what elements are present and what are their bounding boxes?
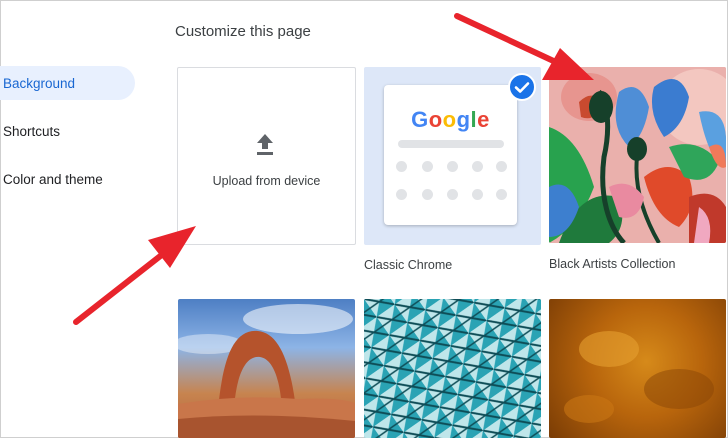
landscape-arch-tile[interactable] (178, 299, 355, 438)
arch-photo-image (178, 304, 355, 438)
sidebar-item-background[interactable]: Background (0, 66, 135, 100)
upload-label: Upload from device (212, 174, 321, 188)
google-logo-letter: G (411, 107, 429, 132)
upload-icon (257, 134, 273, 155)
black-artists-collection-tile[interactable] (549, 67, 726, 243)
search-bar-placeholder (398, 140, 504, 148)
classic-chrome-caption: Classic Chrome (364, 258, 453, 272)
shortcut-dot (447, 161, 458, 172)
shortcut-dot (472, 189, 483, 200)
black-artists-collection-caption: Black Artists Collection (549, 257, 676, 271)
sidebar-item-label: Shortcuts (3, 123, 61, 139)
google-logo-letter: g (456, 107, 471, 132)
shortcut-dot (396, 189, 407, 200)
shortcut-dot (496, 189, 507, 200)
shortcut-dot (472, 161, 483, 172)
building-photo-image (364, 299, 541, 438)
google-logo-letter: o (428, 107, 443, 132)
amber-texture-image (564, 331, 714, 423)
shortcut-dot (422, 161, 433, 172)
upload-from-device-tile[interactable]: Upload from device (177, 67, 356, 245)
page-title: Customize this page (175, 23, 311, 40)
sidebar-item-color-and-theme[interactable]: Color and theme (0, 162, 138, 196)
sidebar-item-shortcuts[interactable]: Shortcuts (0, 114, 138, 148)
google-logo-letter: e (477, 107, 490, 132)
shortcut-dot (422, 189, 433, 200)
shortcut-dot (496, 161, 507, 172)
sidebar-nav: Background Shortcuts Color and theme (0, 66, 138, 210)
amber-texture-tile[interactable] (549, 299, 726, 438)
sidebar-item-label: Background (3, 75, 76, 91)
google-logo-letter: o (442, 107, 457, 132)
floral-artwork-image (549, 67, 726, 243)
shortcut-dot (447, 189, 458, 200)
shortcut-dot (396, 161, 407, 172)
sidebar-item-label: Color and theme (3, 171, 103, 187)
classic-chrome-preview: Google (384, 85, 517, 225)
geometric-building-tile[interactable] (364, 299, 541, 438)
google-logo: Google (384, 107, 517, 133)
check-icon (508, 73, 536, 101)
